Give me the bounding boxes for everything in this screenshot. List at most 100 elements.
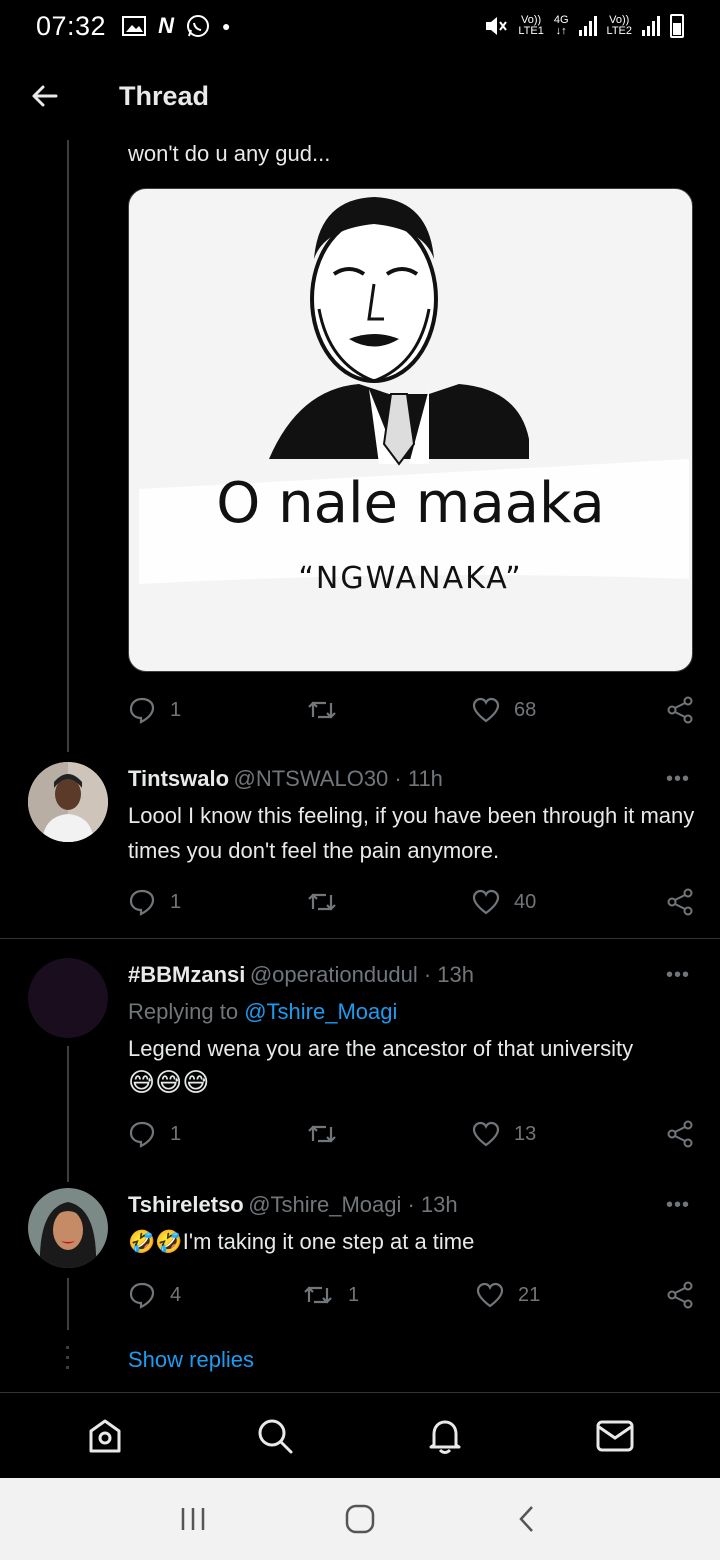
retweet-icon bbox=[304, 1286, 332, 1304]
retweet-button[interactable]: 1 bbox=[302, 1282, 476, 1308]
divider bbox=[0, 938, 720, 939]
reply-icon bbox=[129, 1282, 155, 1309]
chevron-left-icon bbox=[518, 1506, 533, 1532]
battery-icon bbox=[670, 14, 684, 38]
gallery-icon bbox=[122, 16, 147, 36]
mention-link[interactable]: @Tshire_Moagi bbox=[244, 999, 397, 1024]
retweet-icon bbox=[308, 893, 336, 911]
more-options-button[interactable]: ••• bbox=[666, 1194, 690, 1217]
avatar[interactable] bbox=[28, 958, 108, 1038]
home-square-icon bbox=[345, 1504, 375, 1534]
retweet-icon bbox=[308, 701, 336, 719]
news-icon: N bbox=[158, 13, 174, 38]
emoji-row: 🤣🤣 bbox=[128, 1230, 183, 1255]
tweet-text: 🤣🤣I'm taking it one step at a time bbox=[128, 1229, 475, 1255]
notification-icons: N ● bbox=[122, 13, 230, 39]
meme-caption-sub: “NGWANAKA” bbox=[298, 561, 523, 596]
reply-button[interactable]: 4 bbox=[128, 1281, 302, 1309]
share-icon bbox=[667, 888, 693, 916]
dot-icon: ● bbox=[221, 18, 231, 34]
home-system-button[interactable] bbox=[330, 1489, 390, 1549]
like-button[interactable]: 21 bbox=[476, 1282, 664, 1308]
retweet-button[interactable] bbox=[306, 697, 472, 723]
heart-icon bbox=[472, 889, 500, 915]
bell-icon bbox=[429, 1420, 461, 1454]
status-bar: 07:32 N ● Vo)) LTE1 4G ↓↑ Vo)) LTE2 bbox=[0, 0, 720, 52]
reply-button[interactable]: 1 bbox=[128, 1120, 306, 1148]
reply-button[interactable]: 1 bbox=[128, 888, 306, 916]
more-options-button[interactable]: ••• bbox=[666, 964, 690, 987]
user-photo bbox=[28, 1188, 108, 1268]
tweet-meta: #BBMzansi @operationdudul · 13h bbox=[128, 962, 668, 988]
tweet-actions: 4 1 21 bbox=[128, 1275, 694, 1315]
share-button[interactable] bbox=[666, 1281, 694, 1309]
system-nav-bar bbox=[0, 1478, 720, 1560]
whatsapp-icon bbox=[186, 15, 209, 37]
top-app-bar: Thread bbox=[0, 52, 720, 140]
recents-icon bbox=[182, 1508, 205, 1530]
back-button[interactable] bbox=[0, 52, 88, 140]
sim2-label: Vo)) LTE2 bbox=[606, 14, 632, 37]
share-icon bbox=[667, 1281, 693, 1309]
tweet-text: Loool I know this feeling, if you have b… bbox=[128, 803, 695, 863]
replying-to: Replying to @Tshire_Moagi bbox=[128, 999, 398, 1024]
system-indicators: Vo)) LTE1 4G ↓↑ Vo)) LTE2 bbox=[484, 14, 684, 38]
thread-line bbox=[67, 1046, 69, 1182]
share-icon bbox=[667, 1120, 693, 1148]
tweet-actions: 1 40 bbox=[128, 882, 694, 922]
avatar[interactable] bbox=[28, 1188, 108, 1268]
reply-icon bbox=[129, 889, 155, 916]
heart-icon bbox=[472, 697, 500, 723]
net-type-label: 4G ↓↑ bbox=[553, 14, 569, 37]
share-button[interactable] bbox=[666, 696, 694, 724]
handle-time: @operationdudul · 13h bbox=[249, 962, 474, 987]
share-icon bbox=[667, 696, 693, 724]
like-button[interactable]: 13 bbox=[472, 1121, 660, 1147]
nav-notifications[interactable] bbox=[405, 1396, 485, 1476]
nav-search[interactable] bbox=[235, 1396, 315, 1476]
like-button[interactable]: 40 bbox=[472, 889, 660, 915]
like-button[interactable]: 68 bbox=[472, 697, 660, 723]
tweet-text: Legend wena you are the ancestor of that… bbox=[128, 1036, 634, 1061]
display-name[interactable]: #BBMzansi bbox=[128, 962, 245, 987]
back-system-button[interactable] bbox=[497, 1489, 557, 1549]
tweet-image[interactable]: O nale maaka “NGWANAKA” bbox=[128, 188, 693, 672]
nav-messages[interactable] bbox=[575, 1396, 655, 1476]
home-icon bbox=[89, 1419, 121, 1452]
page-title: Thread bbox=[119, 80, 210, 111]
retweet-icon bbox=[308, 1125, 336, 1143]
recents-button[interactable] bbox=[163, 1489, 223, 1549]
reply-button[interactable]: 1 bbox=[128, 696, 306, 724]
tweet-actions: 1 68 bbox=[128, 690, 694, 730]
clock: 07:32 bbox=[36, 10, 107, 41]
avatar[interactable] bbox=[28, 762, 108, 842]
tweet-meta: Tintswalo @NTSWALO30 · 11h bbox=[128, 766, 668, 792]
sim1-label: Vo)) LTE1 bbox=[518, 14, 544, 37]
thread-dots bbox=[66, 1346, 70, 1376]
tweet-text: won't do u any gud... bbox=[128, 141, 331, 166]
handle-time: @NTSWALO30 · 11h bbox=[233, 766, 443, 791]
thread-line bbox=[67, 1278, 69, 1330]
user-photo bbox=[28, 762, 108, 842]
bottom-nav bbox=[0, 1392, 720, 1478]
meme-caption-main: O nale maaka bbox=[216, 471, 605, 536]
mail-icon bbox=[596, 1420, 634, 1451]
emoji-row: 😅😅😅 bbox=[128, 1068, 210, 1098]
heart-icon bbox=[476, 1282, 504, 1308]
display-name[interactable]: Tintswalo bbox=[128, 766, 229, 791]
nav-home[interactable] bbox=[65, 1396, 145, 1476]
signal-1-icon bbox=[578, 16, 597, 36]
heart-icon bbox=[472, 1121, 500, 1147]
retweet-button[interactable] bbox=[306, 1121, 472, 1147]
share-button[interactable] bbox=[666, 888, 694, 916]
show-replies-link[interactable]: Show replies bbox=[128, 1345, 254, 1375]
more-options-button[interactable]: ••• bbox=[666, 768, 690, 791]
portrait-illustration bbox=[139, 197, 689, 584]
retweet-button[interactable] bbox=[306, 889, 472, 915]
display-name[interactable]: Tshireletso bbox=[128, 1192, 244, 1217]
mute-icon bbox=[486, 17, 508, 35]
reply-icon bbox=[129, 697, 155, 724]
share-button[interactable] bbox=[666, 1120, 694, 1148]
search-icon bbox=[258, 1419, 293, 1453]
tweet-actions: 1 13 bbox=[128, 1114, 694, 1154]
